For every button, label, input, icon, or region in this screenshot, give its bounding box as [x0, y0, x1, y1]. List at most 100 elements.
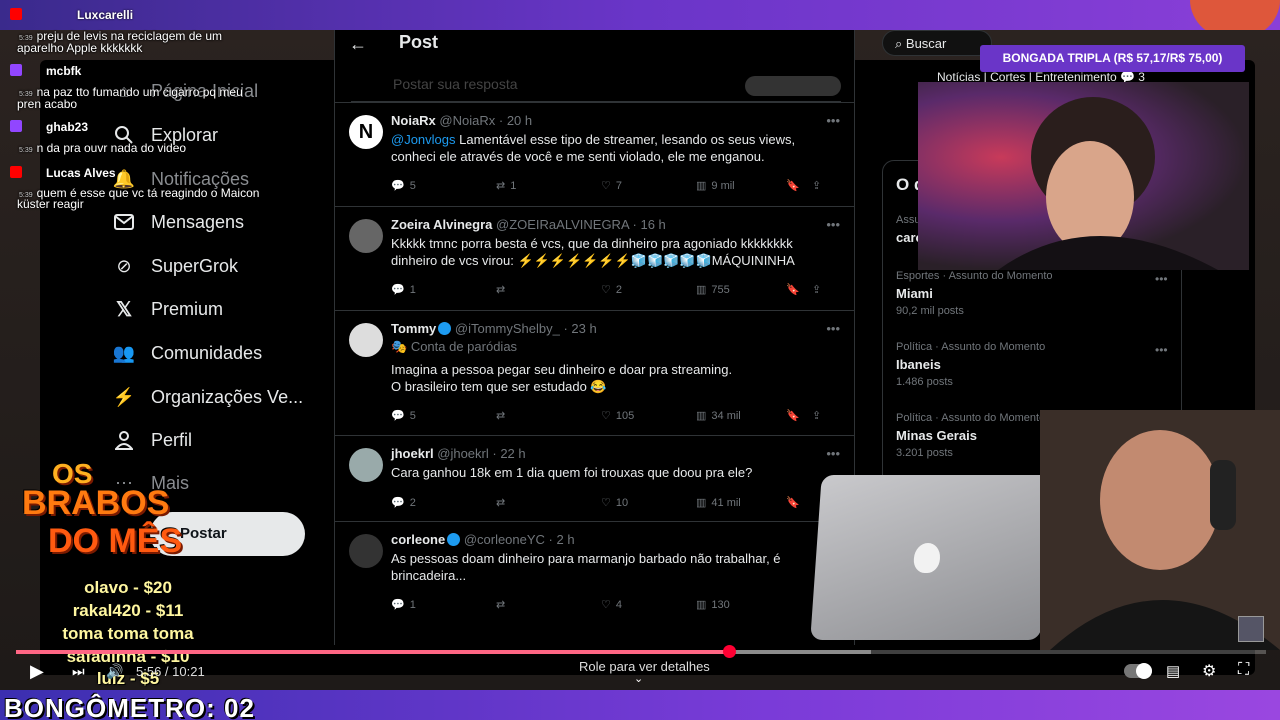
- like-action[interactable]: ♡ 2: [601, 283, 696, 297]
- x-logo-icon: 𝕏: [115, 298, 133, 321]
- more-options-icon[interactable]: •••: [826, 113, 840, 128]
- tweet-author[interactable]: NoiaRx: [391, 113, 436, 128]
- tweet-text-cont: dinheiro de vcs virou: ⚡⚡⚡⚡⚡⚡⚡🧊🧊🧊🧊🧊MÁQUI…: [391, 253, 795, 268]
- bookmark-icon[interactable]: 🔖: [786, 496, 812, 509]
- top-overlay-bar: [0, 0, 1280, 40]
- bookmark-icon[interactable]: 🔖: [786, 409, 812, 422]
- video-progress-bar[interactable]: [16, 645, 1266, 658]
- tweet-text: Imagina a pessoa pegar seu dinheiro e do…: [391, 362, 733, 377]
- like-action[interactable]: ♡ 7: [601, 179, 696, 193]
- repost-action[interactable]: ⇄: [496, 283, 601, 296]
- people-icon: 👥: [112, 342, 136, 363]
- reply-button[interactable]: [745, 76, 841, 96]
- bookmark-icon[interactable]: 🔖: [786, 283, 812, 296]
- search-icon: ⌕: [895, 36, 903, 51]
- mail-icon: [113, 211, 135, 233]
- more-options-icon[interactable]: •••: [826, 321, 840, 336]
- post-feed: ← Post Postar sua resposta N NoiaRx @Noi…: [334, 30, 855, 645]
- tweet-handle: @iTommyShelby_: [454, 321, 560, 336]
- more-options-icon[interactable]: •••: [826, 217, 840, 232]
- trend-item[interactable]: Esportes · Assunto do Momento Miami 90,2 m…: [896, 270, 1053, 317]
- reply-action[interactable]: 💬 5: [391, 409, 496, 423]
- tweet[interactable]: Zoeira Alvinegra @ZOEIRaALVINEGRA · 16 h…: [335, 206, 854, 310]
- tweet-actions: 💬 5 ⇄ ♡ 105 ▥ 34 mil 🔖 ⇪: [391, 409, 840, 423]
- chart-icon: ▥: [696, 410, 707, 422]
- page-title: Post: [399, 32, 439, 52]
- volume-icon[interactable]: 🔊: [106, 663, 123, 680]
- like-action[interactable]: ♡ 4: [601, 598, 696, 612]
- chevron-down-icon[interactable]: ⌄: [634, 672, 643, 685]
- tweet-author[interactable]: Zoeira Alvinegra: [391, 217, 492, 232]
- trend-item[interactable]: Política · Assunto do Momento Ibaneis 1.48…: [896, 341, 1045, 388]
- tweet-text-cont: brincadeira...: [391, 568, 467, 583]
- views-action[interactable]: ▥ 9 mil: [696, 179, 786, 193]
- trend-item[interactable]: Política · Assunto do Momento Minas Gerai…: [896, 412, 1045, 459]
- stream-screenshot: ⌂ Página Inicial Explorar 🔔 Notificações M…: [0, 0, 1280, 720]
- reply-icon: 💬: [391, 284, 405, 296]
- avatar: N: [349, 115, 383, 149]
- repost-action[interactable]: ⇄: [496, 496, 601, 509]
- chat-message-cont: pren acabo: [17, 97, 78, 111]
- share-icon[interactable]: ⇪: [812, 409, 821, 422]
- tweet[interactable]: Tommy @iTommyShelby_ · 23 h 🎭 Conta de p…: [335, 310, 854, 435]
- reply-action[interactable]: 💬 5: [391, 179, 496, 193]
- goal-banner: BONGADA TRIPLA (R$ 57,17/R$ 75,00): [980, 45, 1245, 72]
- views-action[interactable]: ▥ 41 mil: [696, 496, 786, 510]
- reply-action[interactable]: 💬 2: [391, 496, 496, 510]
- parody-label: Conta de paródias: [410, 339, 518, 354]
- tweet[interactable]: jhoekrl @jhoekrl · 22 h ••• Cara ganhou …: [335, 435, 854, 521]
- reply-action[interactable]: 💬 1: [391, 283, 496, 297]
- reply-composer[interactable]: Postar sua resposta: [351, 56, 841, 102]
- channel-thumbnail[interactable]: [1238, 616, 1264, 642]
- progress-scrubber[interactable]: [722, 645, 736, 658]
- avatar: [349, 448, 383, 482]
- nav-messages[interactable]: Mensagens: [113, 211, 244, 233]
- tweet-text: Lamentável esse tipo de streamer, lesand…: [459, 132, 796, 147]
- heart-icon: ♡: [601, 284, 611, 296]
- repost-action[interactable]: ⇄ 1: [496, 179, 601, 193]
- fullscreen-icon[interactable]: ⛶: [1238, 661, 1249, 679]
- search-input[interactable]: ⌕ Buscar: [882, 30, 992, 56]
- views-action[interactable]: ▥ 755: [696, 283, 786, 297]
- repost-action[interactable]: ⇄: [496, 409, 601, 422]
- views-action[interactable]: ▥ 130: [696, 598, 786, 612]
- lightning-icon: ⚡: [112, 386, 136, 407]
- views-action[interactable]: ▥ 34 mil: [696, 409, 786, 423]
- reply-icon: 💬: [391, 410, 405, 422]
- nav-premium[interactable]: 𝕏 Premium: [113, 298, 223, 321]
- tweet-text-cont: conheci ele através de você e me senti v…: [391, 149, 765, 164]
- like-action[interactable]: ♡ 105: [601, 409, 696, 423]
- play-icon[interactable]: ▶: [30, 661, 44, 682]
- like-action[interactable]: ♡ 10: [601, 496, 696, 510]
- repost-action[interactable]: ⇄: [496, 598, 601, 611]
- nav-profile[interactable]: Perfil: [113, 429, 192, 451]
- tweet[interactable]: N NoiaRx @NoiaRx · 20 h ••• @Jonvlogs La…: [335, 102, 854, 206]
- laptop: [810, 475, 1052, 640]
- settings-gear-icon[interactable]: ⚙: [1202, 661, 1216, 681]
- heart-icon: ♡: [601, 599, 611, 611]
- bookmark-icon[interactable]: 🔖: [786, 179, 812, 192]
- tweet-author[interactable]: corleone: [391, 532, 445, 547]
- nav-communities[interactable]: 👥 Comunidades: [113, 342, 262, 364]
- brabos-do-mes-logo: OS BRABOS DO MÊS: [22, 458, 183, 560]
- mention-link[interactable]: @Jonvlogs: [391, 132, 456, 147]
- share-icon[interactable]: ⇪: [812, 179, 821, 192]
- captions-icon[interactable]: ▤: [1166, 662, 1180, 680]
- nav-organizations[interactable]: ⚡ Organizações Ve...: [113, 386, 303, 408]
- next-icon[interactable]: ⏭: [72, 663, 85, 680]
- tweet-author[interactable]: jhoekrl: [391, 446, 434, 461]
- autoplay-toggle[interactable]: [1124, 663, 1152, 679]
- back-arrow-icon[interactable]: ←: [349, 34, 367, 55]
- more-options-icon[interactable]: •••: [1155, 272, 1168, 286]
- donation-entry: rakal420 - $11: [72, 601, 184, 620]
- repost-icon: ⇄: [496, 497, 506, 509]
- reply-action[interactable]: 💬 1: [391, 598, 496, 612]
- donation-entry: toma toma toma: [62, 624, 194, 643]
- tweet-author[interactable]: Tommy: [391, 321, 436, 336]
- more-options-icon[interactable]: •••: [1155, 343, 1168, 357]
- share-icon[interactable]: ⇪: [812, 283, 821, 296]
- nav-supergrok[interactable]: ⊘ SuperGrok: [113, 255, 238, 277]
- tweet[interactable]: corleone @corleoneYC · 2 h As pessoas do…: [335, 521, 854, 645]
- more-options-icon[interactable]: •••: [826, 446, 840, 461]
- streamer-webcam: [918, 82, 1249, 270]
